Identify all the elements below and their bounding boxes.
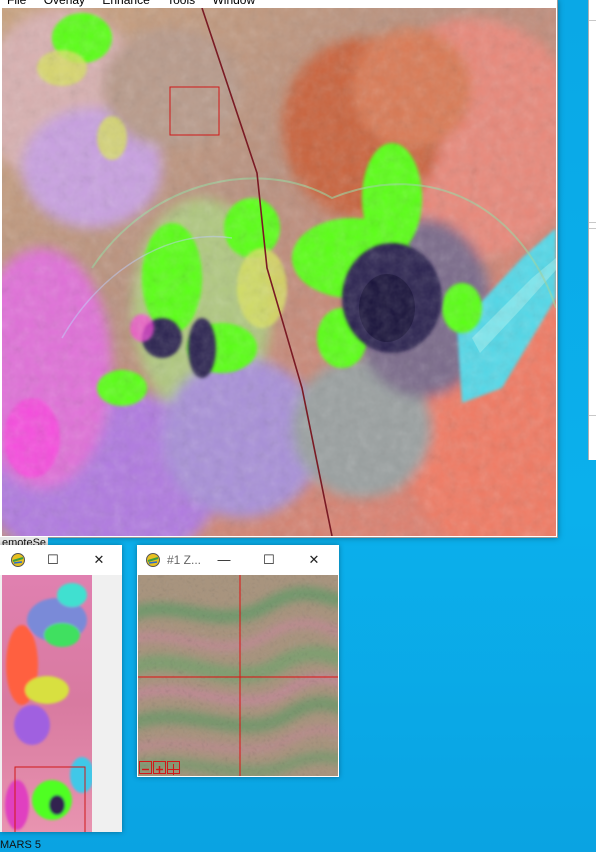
close-button[interactable]: ✕ (299, 545, 329, 575)
close-button[interactable]: ✕ (84, 545, 114, 575)
menu-tools[interactable]: Tools (167, 0, 195, 8)
zoom-image[interactable] (138, 575, 338, 776)
taskbar-label-mars: MARS 5 (0, 839, 41, 851)
app-logo-icon (11, 553, 25, 567)
minimize-button[interactable]: — (209, 545, 239, 575)
zoom-window-title: #1 Z... (167, 553, 202, 567)
zoom-toolbar (139, 761, 180, 775)
menu-window[interactable]: Window (212, 0, 255, 8)
scroll-window[interactable]: ☐ ✕ (0, 545, 122, 832)
image-window[interactable]: File Overlay Enhance Tools Window (0, 0, 558, 538)
menu-overlay[interactable]: Overlay (44, 0, 85, 8)
zoom-in-icon[interactable] (153, 761, 166, 774)
satellite-image[interactable] (2, 8, 556, 536)
maximize-button[interactable]: ☐ (254, 545, 284, 575)
menu-file[interactable]: File (7, 0, 26, 8)
side-window-edge (588, 0, 596, 460)
menu-enhance[interactable]: Enhance (102, 0, 149, 8)
overview-image[interactable] (2, 575, 92, 832)
zoom-out-icon[interactable] (139, 761, 152, 774)
menu-bar: File Overlay Enhance Tools Window (0, 0, 557, 8)
maximize-button[interactable]: ☐ (38, 545, 68, 575)
zoom-window[interactable]: #1 Z... — ☐ ✕ (137, 545, 339, 777)
scroll-window-titlebar[interactable]: ☐ ✕ (0, 545, 122, 575)
app-logo-icon (146, 553, 160, 567)
zoom-window-titlebar[interactable]: #1 Z... — ☐ ✕ (137, 545, 339, 575)
grid-icon[interactable] (167, 761, 180, 775)
